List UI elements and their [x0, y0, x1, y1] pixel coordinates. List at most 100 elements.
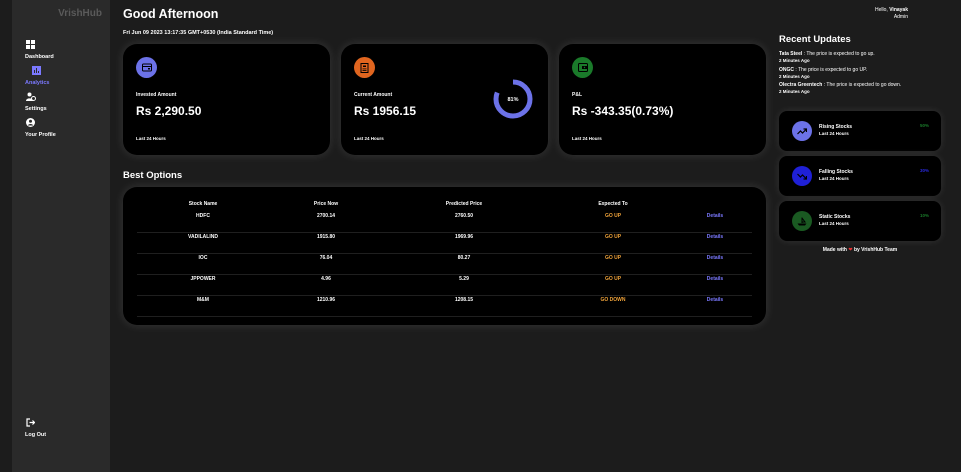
update-time: 2 Minutes Ago	[779, 73, 810, 79]
card-foot: Last 24 Hours	[136, 136, 166, 141]
mini-percent: 30%	[919, 168, 929, 173]
mini-sub: Last 24 Hours	[819, 176, 849, 181]
price-now-cell: 1915.80	[316, 234, 336, 240]
header-expected-to: Expected To	[598, 201, 628, 207]
stock-name-cell: IOC	[198, 255, 208, 261]
logout-button[interactable]: Log Out	[25, 418, 95, 438]
update-time: 2 Minutes Ago	[779, 88, 810, 94]
table-row: VADILALIND 1915.80 1969.96 GO UP Details	[137, 234, 752, 254]
team-credit: by VrishHub Team	[853, 247, 898, 253]
stock-name-cell: M&M	[197, 297, 209, 303]
card-foot: Last 24 Hours	[572, 136, 602, 141]
update-item: ONGC : The price is expected to go UP. 2…	[779, 67, 867, 80]
user-info: Hello, Vinayak Admin	[875, 7, 908, 21]
details-link[interactable]: Details	[655, 213, 775, 219]
details-link[interactable]: Details	[655, 276, 775, 282]
details-link[interactable]: Details	[655, 297, 775, 303]
mini-title: Falling Stocks	[819, 169, 853, 175]
header-predicted-price: Predicted Price	[445, 201, 483, 207]
datetime: Fri Jun 09 2023 13:17:35 GMT+0530 (India…	[123, 30, 274, 36]
card-label: P&L	[572, 92, 582, 98]
card-value: Rs -343.35(0.73%)	[572, 104, 674, 118]
update-item: Olectra Greentech : The price is expecte…	[779, 82, 901, 95]
sidebar-item-label: Analytics	[25, 80, 50, 86]
logout-icon	[26, 418, 95, 429]
update-text: : The price is expected to go UP.	[794, 67, 868, 73]
price-now-cell: 2700.14	[316, 213, 336, 219]
wallet-icon	[136, 57, 157, 78]
settings-icon	[26, 92, 95, 103]
heart-icon: ❤	[848, 247, 853, 253]
update-stock: ONGC	[779, 67, 794, 73]
update-text: : The price is expected to go down.	[822, 82, 902, 88]
current-card: Current Amount Rs 1956.15 Last 24 Hours …	[341, 44, 548, 155]
username: Vinayak	[889, 7, 908, 13]
table-row: M&M 1210.96 1208.15 GO DOWN Details	[137, 297, 752, 317]
trending-down-icon	[792, 166, 812, 186]
header-stock-name: Stock Name	[188, 201, 218, 207]
invested-card: Invested Amount Rs 2,290.50 Last 24 Hour…	[123, 44, 330, 155]
user-role: Admin	[893, 14, 908, 20]
best-options-table: Stock Name Price Now Predicted Price Exp…	[123, 187, 766, 325]
falling-stocks-card[interactable]: Falling Stocks Last 24 Hours 30%	[779, 156, 941, 196]
hello-text: Hello,	[875, 7, 888, 13]
sidebar-item-label: Dashboard	[25, 54, 54, 60]
table-row: HDFC 2700.14 2760.50 GO UP Details	[137, 213, 752, 233]
logout-label: Log Out	[25, 432, 47, 438]
price-now-cell: 76.04	[319, 255, 333, 261]
sidebar-item-settings[interactable]: Settings	[25, 92, 95, 112]
static-stocks-card[interactable]: Static Stocks Last 24 Hours 10%	[779, 201, 941, 241]
sidebar-item-profile[interactable]: Your Profile	[25, 118, 95, 138]
card-value: Rs 2,290.50	[136, 104, 202, 118]
rising-stocks-card[interactable]: Rising Stocks Last 24 Hours 50%	[779, 111, 941, 151]
predicted-price-cell: 1208.15	[454, 297, 474, 303]
stock-name-cell: JPPOWER	[190, 276, 216, 282]
predicted-price-cell: 2760.50	[454, 213, 474, 219]
stock-name-cell: VADILALIND	[188, 234, 218, 240]
card-foot: Last 24 Hours	[354, 136, 384, 141]
sidebar-item-analytics[interactable]: Analytics	[25, 66, 95, 86]
table-row: JPPOWER 4.96 5.29 GO UP Details	[137, 276, 752, 296]
page-title: Good Afternoon	[123, 7, 219, 21]
main-content: Good Afternoon Fri Jun 09 2023 13:17:35 …	[110, 0, 961, 472]
recent-updates-title: Recent Updates	[779, 34, 851, 45]
mini-title: Rising Stocks	[819, 124, 853, 130]
document-icon	[354, 57, 375, 78]
best-options-title: Best Options	[123, 170, 183, 181]
update-text: : The price is expected to go up.	[802, 51, 875, 57]
sidebar-item-label: Settings	[25, 106, 47, 112]
update-item: Tata Steel : The price is expected to go…	[779, 51, 875, 64]
update-stock: Tata Steel	[779, 51, 803, 57]
pnl-card: P&L Rs -343.35(0.73%) Last 24 Hours	[559, 44, 766, 155]
mini-percent: 50%	[919, 123, 929, 128]
trending-up-icon	[792, 121, 812, 141]
mini-sub: Last 24 Hours	[819, 221, 849, 226]
sidebar-item-dashboard[interactable]: Dashboard	[25, 40, 95, 60]
details-link[interactable]: Details	[655, 234, 775, 240]
update-time: 2 Minutes Ago	[779, 57, 810, 63]
analytics-icon	[32, 66, 95, 77]
profile-icon	[26, 118, 95, 129]
ship-icon	[792, 211, 812, 231]
card-value: Rs 1956.15	[354, 104, 417, 118]
mini-percent: 10%	[919, 213, 929, 218]
sidebar-item-label: Your Profile	[25, 132, 56, 138]
grid-icon	[26, 40, 95, 51]
card-label: Invested Amount	[136, 92, 177, 98]
price-now-cell: 1210.96	[316, 297, 336, 303]
stock-name-cell: HDFC	[196, 213, 210, 219]
predicted-price-cell: 5.29	[459, 276, 469, 282]
predicted-price-cell: 80.27	[457, 255, 471, 261]
predicted-price-cell: 1969.96	[454, 234, 474, 240]
donut-percent: 81%	[507, 97, 518, 103]
made-with-footer: Made with ❤ by VrishHub Team	[779, 247, 941, 253]
header-price-now: Price Now	[313, 201, 339, 207]
mini-sub: Last 24 Hours	[819, 131, 849, 136]
percent-donut: 81%	[493, 79, 533, 119]
card-label: Current Amount	[354, 92, 393, 98]
details-link[interactable]: Details	[655, 255, 775, 261]
made-with-text: Made with	[822, 247, 847, 253]
sidebar: VrishHub Dashboard Analytics Settings Yo…	[12, 0, 110, 472]
price-now-cell: 4.96	[321, 276, 331, 282]
mini-title: Static Stocks	[819, 214, 851, 220]
